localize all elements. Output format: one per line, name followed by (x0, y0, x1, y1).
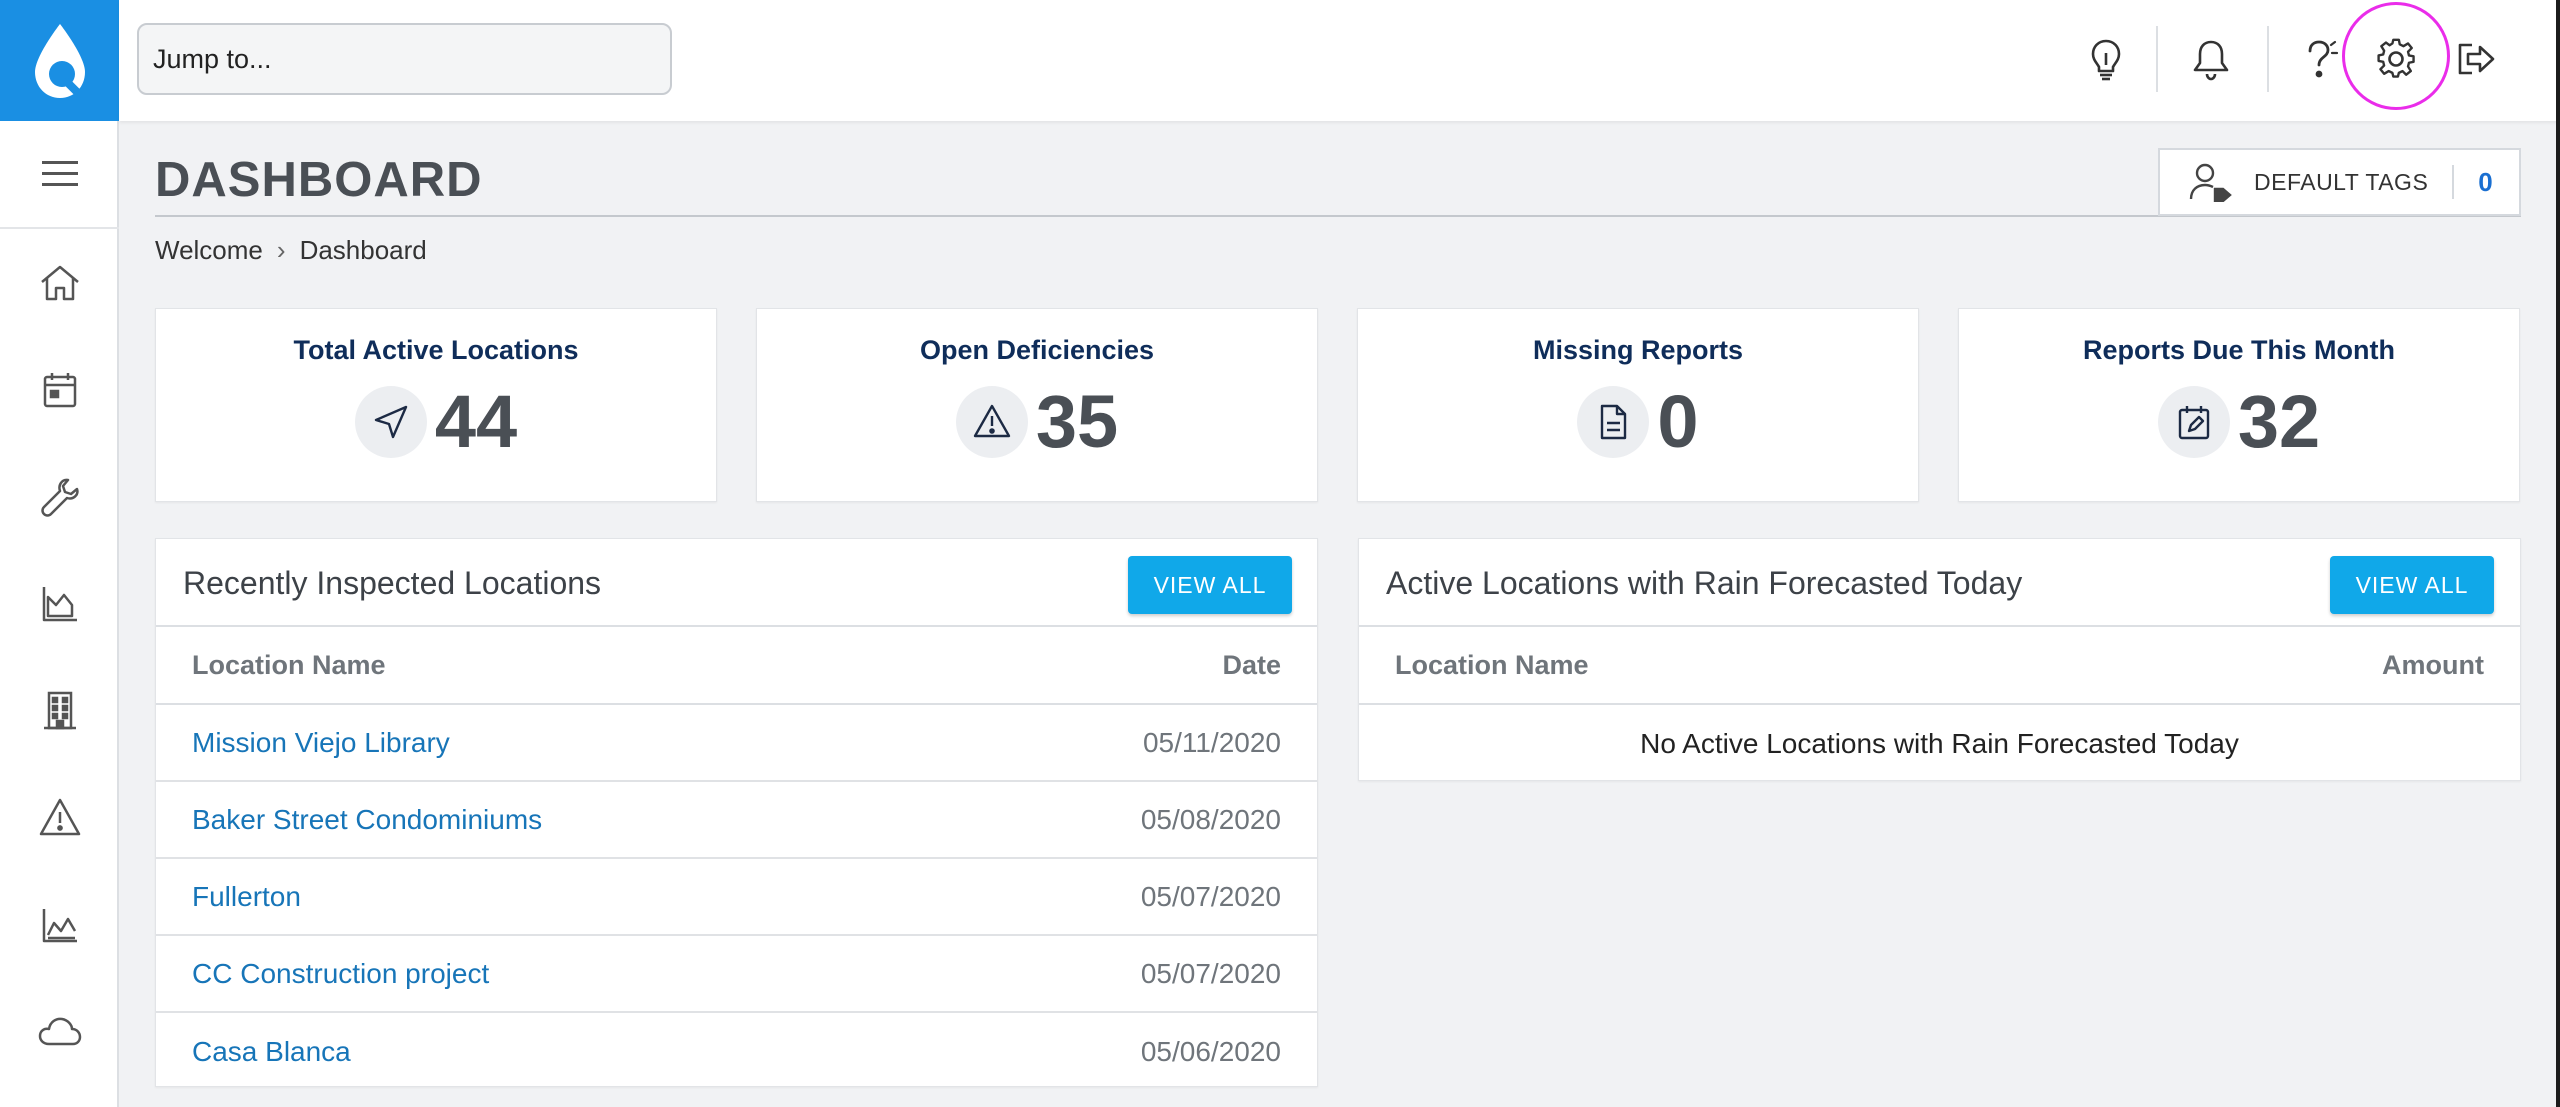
document-icon (1601, 404, 1627, 440)
logout-icon (2458, 43, 2495, 75)
stat-value: 0 (1657, 380, 1699, 463)
view-all-rain-button[interactable]: VIEW ALL (2330, 556, 2494, 614)
sidebar-item-deficiencies[interactable] (0, 764, 119, 871)
table-row: Mission Viejo Library 05/11/2020 (156, 705, 1317, 782)
user-tag-icon (2189, 163, 2232, 202)
breadcrumb-dashboard: Dashboard (299, 235, 427, 265)
window-edge (2556, 0, 2560, 1107)
jump-to-search-input[interactable] (137, 23, 672, 95)
building-icon (43, 691, 76, 729)
stat-icon-wrap (2157, 386, 2230, 458)
breadcrumb-welcome[interactable]: Welcome (155, 235, 263, 266)
topbar-divider (2156, 26, 2158, 92)
water-drop-logo-icon (34, 23, 85, 98)
column-header-location-name[interactable]: Location Name (1395, 650, 1589, 681)
calendar-edit-icon (2178, 406, 2210, 440)
logout-button[interactable] (2446, 24, 2506, 94)
stat-label: Reports Due This Month (2083, 335, 2395, 365)
column-header-amount[interactable]: Amount (2382, 650, 2484, 681)
lightbulb-icon (2091, 39, 2121, 81)
sidebar-item-analytics[interactable] (0, 871, 119, 978)
topbar-divider (2267, 26, 2269, 92)
notifications-button[interactable] (2181, 24, 2241, 94)
inspection-date: 05/11/2020 (1142, 726, 1281, 758)
stat-label: Missing Reports (1532, 335, 1744, 365)
line-chart-icon (42, 908, 77, 942)
stat-icon-wrap (354, 386, 427, 458)
table-header: Location Name Date (156, 627, 1317, 705)
inspection-date: 05/07/2020 (1140, 957, 1281, 989)
bell-icon (2193, 40, 2229, 81)
area-chart-icon (42, 586, 77, 621)
help-icon (2308, 40, 2339, 78)
sidebar-item-home[interactable] (0, 229, 119, 336)
sidebar-item-calendar[interactable] (0, 336, 119, 443)
breadcrumb: Welcome › Dashboard (155, 235, 427, 266)
app-logo[interactable] (0, 0, 119, 121)
column-header-location-name[interactable]: Location Name (192, 650, 386, 681)
table-row: Baker Street Condominiums 05/08/2020 (156, 782, 1317, 859)
default-tags-count: 0 (2478, 166, 2493, 197)
recently-inspected-panel: Recently Inspected Locations VIEW ALL Lo… (155, 538, 1318, 1087)
stat-card-reports-due[interactable]: Reports Due This Month 32 (1958, 308, 2520, 502)
cloud-icon (38, 1017, 81, 1045)
hamburger-menu-button[interactable] (0, 121, 119, 229)
home-icon (40, 265, 79, 300)
navigation-arrow-icon (374, 405, 408, 439)
default-tags-divider (2452, 165, 2455, 199)
table-row: CC Construction project 05/07/2020 (156, 936, 1317, 1013)
panel-title: Recently Inspected Locations (183, 565, 602, 601)
table-row: Casa Blanca 05/06/2020 (156, 1013, 1317, 1090)
warning-icon (973, 404, 1011, 438)
location-link[interactable]: Fullerton (192, 881, 301, 913)
stat-icon-wrap (1577, 386, 1650, 458)
stat-label: Total Active Locations (293, 335, 579, 365)
sidebar-item-maintenance[interactable] (0, 443, 119, 550)
location-link[interactable]: Baker Street Condominiums (192, 804, 542, 836)
page-title: DASHBOARD (155, 153, 483, 207)
stat-value: 35 (1035, 380, 1119, 463)
panel-title: Active Locations with Rain Forecasted To… (1386, 565, 2023, 601)
column-header-date[interactable]: Date (1222, 650, 1281, 681)
sidebar (0, 0, 119, 1107)
warning-icon (39, 798, 80, 835)
stat-value: 44 (434, 380, 518, 463)
inspection-date: 05/08/2020 (1140, 803, 1281, 835)
sidebar-item-locations[interactable] (0, 657, 119, 764)
location-link[interactable]: Casa Blanca (192, 1036, 351, 1068)
stat-label: Open Deficiencies (919, 335, 1155, 365)
stat-value: 32 (2237, 380, 2321, 463)
breadcrumb-separator: › (276, 235, 286, 265)
hamburger-icon (41, 161, 78, 186)
location-link[interactable]: Mission Viejo Library (192, 727, 450, 759)
sidebar-nav (0, 229, 119, 1085)
stat-card-missing-reports[interactable]: Missing Reports 0 (1357, 308, 1919, 502)
panel-header: Active Locations with Rain Forecasted To… (1359, 539, 2520, 627)
help-button[interactable] (2289, 24, 2349, 94)
inspection-date: 05/07/2020 (1140, 880, 1281, 912)
inspection-date: 05/06/2020 (1140, 1035, 1281, 1067)
default-tags-label: DEFAULT TAGS (2254, 168, 2429, 195)
table-header: Location Name Amount (1359, 627, 2520, 705)
sidebar-item-weather[interactable] (0, 978, 119, 1085)
stat-icon-wrap (955, 386, 1028, 458)
default-tags-button[interactable]: DEFAULT TAGS 0 (2158, 148, 2521, 216)
settings-gear-icon (2377, 38, 2415, 78)
stat-card-open-deficiencies[interactable]: Open Deficiencies 35 (756, 308, 1318, 502)
view-all-recent-button[interactable]: VIEW ALL (1128, 556, 1292, 614)
empty-state-message: No Active Locations with Rain Forecasted… (1640, 727, 2239, 759)
recent-locations-table: Location Name Date Mission Viejo Library… (156, 627, 1317, 1090)
panel-header: Recently Inspected Locations VIEW ALL (156, 539, 1317, 627)
settings-button[interactable] (2366, 24, 2426, 94)
location-link[interactable]: CC Construction project (192, 958, 489, 990)
rain-locations-table: Location Name Amount No Active Locations… (1359, 627, 2520, 782)
wrench-icon (40, 478, 79, 517)
rain-forecast-panel: Active Locations with Rain Forecasted To… (1358, 538, 2521, 781)
sidebar-item-reports[interactable] (0, 550, 119, 657)
tips-button[interactable] (2076, 24, 2136, 94)
calendar-icon (43, 372, 76, 407)
stat-card-total-active-locations[interactable]: Total Active Locations 44 (155, 308, 717, 502)
table-row: Fullerton 05/07/2020 (156, 859, 1317, 936)
